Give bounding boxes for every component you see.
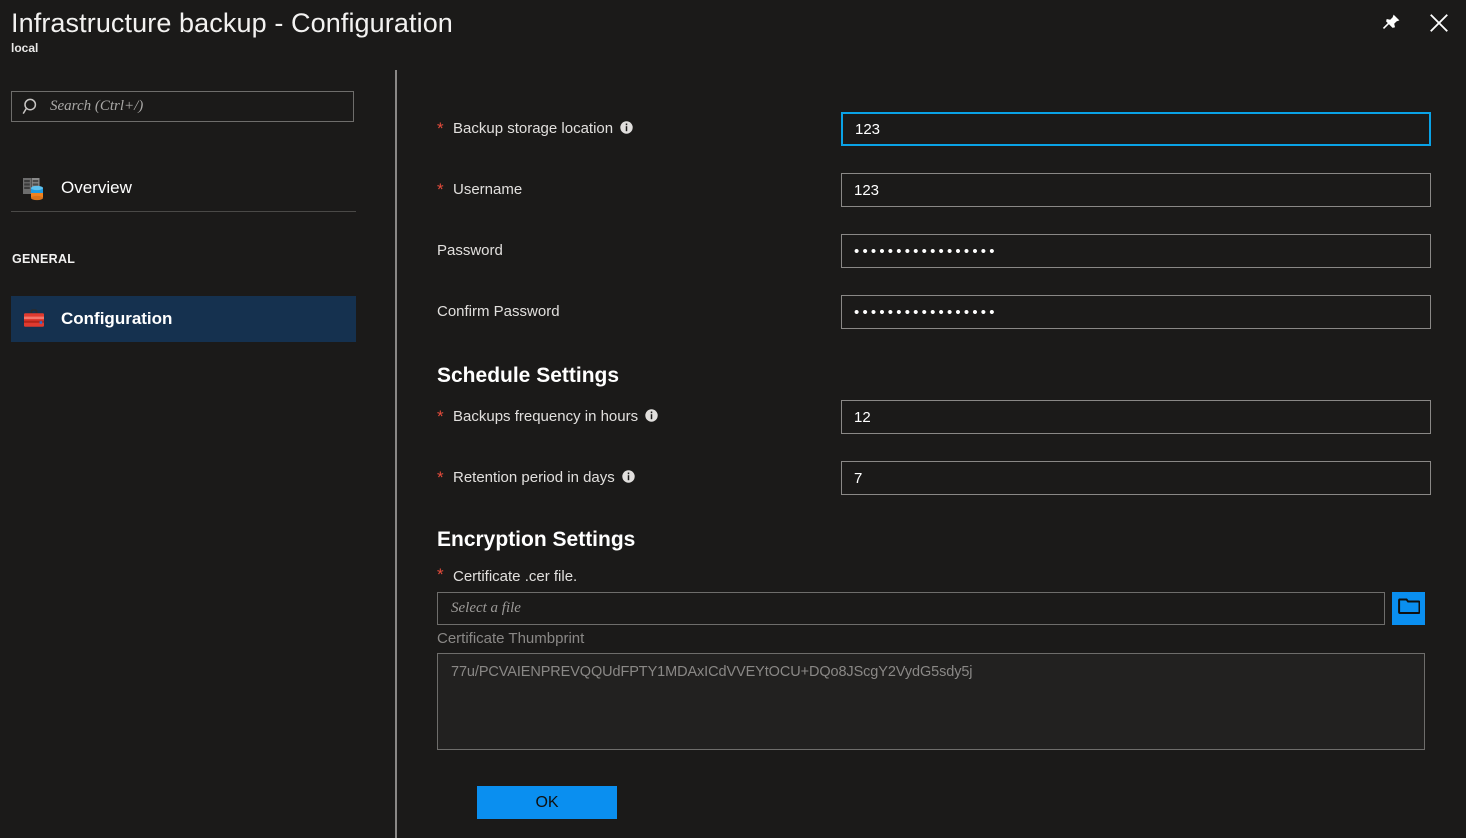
search-input[interactable]: Search (Ctrl+/) <box>11 91 354 122</box>
required-indicator: * <box>437 565 444 584</box>
field-label: Password <box>437 242 503 259</box>
sidebar: Search (Ctrl+/) Overview GENERAL Configu… <box>0 70 395 838</box>
field-label: Username <box>453 181 523 198</box>
required-indicator: * <box>437 468 444 487</box>
pin-icon[interactable] <box>1378 10 1404 36</box>
form-row-backup-storage-location: * Backup storage location 123 <box>397 112 1466 146</box>
field-label: Backups frequency in hours <box>453 400 658 434</box>
field-label: Retention period in days <box>453 461 635 495</box>
sidebar-item-label: Overview <box>61 178 132 197</box>
password-input[interactable]: ••••••••••••••••• <box>841 234 1431 268</box>
retention-period-input[interactable]: 7 <box>841 461 1431 495</box>
info-icon[interactable] <box>645 401 658 422</box>
certificate-file-label: Certificate .cer file. <box>453 568 578 585</box>
page-title: Infrastructure backup - Configuration <box>11 8 453 38</box>
field-label: Backup storage location <box>453 112 633 146</box>
required-indicator: * <box>437 119 444 138</box>
configuration-blade: Infrastructure backup - Configuration lo… <box>0 0 1466 838</box>
configuration-form: * Backup storage location 123 * Username… <box>397 70 1466 838</box>
required-indicator: * <box>437 407 444 426</box>
form-row-backups-frequency: * Backups frequency in hours 12 <box>397 400 1466 434</box>
form-row-username: * Username 123 <box>397 173 1466 207</box>
blade-header: Infrastructure backup - Configuration lo… <box>0 0 1466 66</box>
info-icon[interactable] <box>620 113 633 134</box>
certificate-file-placeholder: Select a file <box>451 600 521 616</box>
form-row-password: Password ••••••••••••••••• <box>397 234 1466 268</box>
confirm-password-input[interactable]: ••••••••••••••••• <box>841 295 1431 329</box>
search-icon <box>22 97 42 117</box>
sidebar-item-configuration[interactable]: Configuration <box>11 296 356 342</box>
toolbox-icon <box>21 306 47 332</box>
field-label: Confirm Password <box>437 303 560 320</box>
sidebar-item-overview[interactable]: Overview <box>11 165 356 211</box>
folder-icon <box>1397 596 1420 621</box>
encryption-settings-heading: Encryption Settings <box>437 528 636 551</box>
browse-file-button[interactable] <box>1392 592 1425 625</box>
info-icon[interactable] <box>622 462 635 483</box>
page-subtitle: local <box>11 41 39 55</box>
username-input[interactable]: 123 <box>841 173 1431 207</box>
search-placeholder: Search (Ctrl+/) <box>50 98 144 114</box>
backup-storage-location-input[interactable]: 123 <box>841 112 1431 146</box>
certificate-thumbprint-value: 77u/PCVAIENPREVQQUdFPTY1MDAxICdVVEYtOCU+… <box>451 664 973 680</box>
server-overview-icon <box>21 175 47 201</box>
close-icon[interactable] <box>1426 10 1452 36</box>
form-row-confirm-password: Confirm Password ••••••••••••••••• <box>397 295 1466 329</box>
window-controls <box>1378 10 1452 36</box>
required-indicator: * <box>437 180 444 199</box>
schedule-settings-heading: Schedule Settings <box>437 364 620 387</box>
form-row-retention-period: * Retention period in days 7 <box>397 461 1466 495</box>
certificate-file-input[interactable]: Select a file <box>437 592 1385 625</box>
sidebar-section-divider <box>11 211 356 212</box>
ok-button[interactable]: OK <box>477 786 617 819</box>
certificate-thumbprint-label: Certificate Thumbprint <box>437 630 585 647</box>
sidebar-group-label: GENERAL <box>12 252 76 266</box>
certificate-thumbprint-textarea[interactable]: 77u/PCVAIENPREVQQUdFPTY1MDAxICdVVEYtOCU+… <box>437 653 1425 750</box>
backups-frequency-input[interactable]: 12 <box>841 400 1431 434</box>
sidebar-item-label: Configuration <box>61 309 173 328</box>
